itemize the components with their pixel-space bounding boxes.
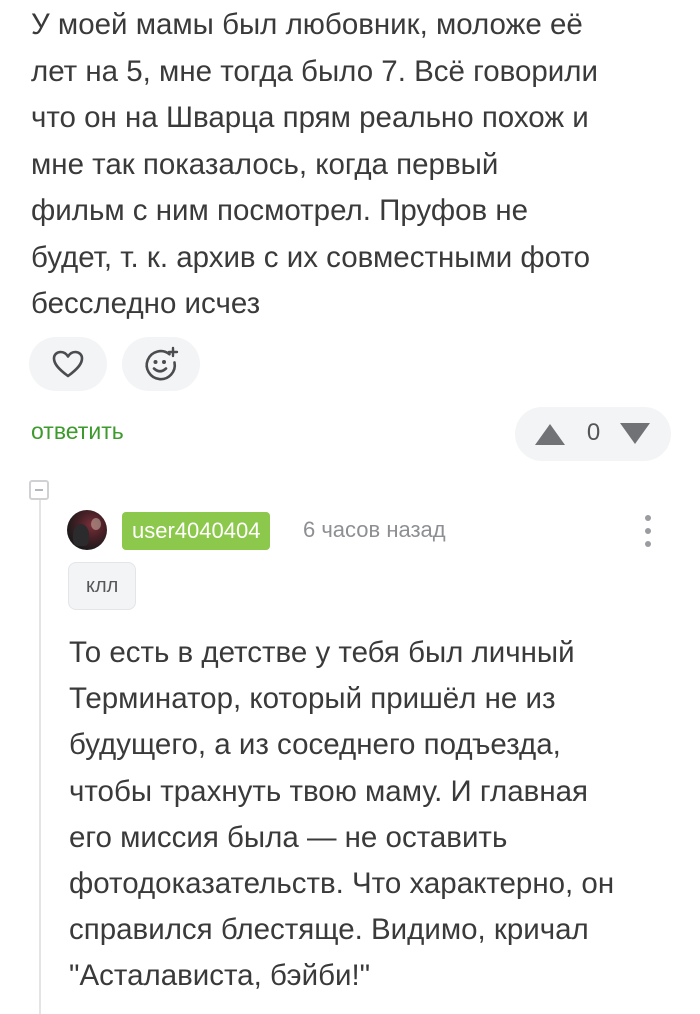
text-line: лет на 5, мне тогда было 7. Всё говорили xyxy=(31,54,598,88)
text-line: То есть в детстве у тебя был личный xyxy=(69,636,575,669)
text-line: чтобы трахнуть твою маму. И главная xyxy=(69,774,588,808)
username-badge[interactable]: user4040404 xyxy=(122,512,271,550)
downvote-arrow-icon[interactable] xyxy=(619,422,651,446)
vote-control: 0 xyxy=(515,407,671,461)
vote-count: 0 xyxy=(586,419,601,446)
parent-comment-text: У моей мамы был любовник, моложе её лет … xyxy=(31,2,671,328)
text-line: будущего, а из соседнего подъезда, xyxy=(69,728,561,762)
reply-link[interactable]: ответить xyxy=(31,418,124,445)
add-reaction-button[interactable] xyxy=(122,337,200,391)
text-line: будет, т. к. архив с их совместными фото xyxy=(31,240,591,274)
collapse-thread-button[interactable] xyxy=(29,480,49,500)
text-line: его миссия была — не оставить xyxy=(69,820,508,854)
text-line: мне так показалось, когда первый xyxy=(31,147,499,181)
more-options-icon[interactable] xyxy=(640,513,656,549)
user-tag[interactable]: клл xyxy=(68,562,137,610)
thread-line xyxy=(39,500,41,1014)
like-button[interactable] xyxy=(29,337,107,391)
upvote-arrow-icon[interactable] xyxy=(534,422,566,446)
heart-icon xyxy=(52,350,84,378)
text-line: Терминатор, который пришёл не из xyxy=(69,682,556,716)
text-line: справился блестяще. Видимо, кричал xyxy=(69,913,589,947)
avatar[interactable] xyxy=(67,510,107,550)
comment-timestamp: 6 часов назад xyxy=(303,517,446,542)
text-line: У моей мамы был любовник, моложе её xyxy=(31,8,583,41)
reply-comment-text: То есть в детстве у тебя был личный Терм… xyxy=(69,630,669,1000)
text-line: фильм с ним посмотрел. Пруфов не xyxy=(31,194,529,227)
text-line: бесследно исчез xyxy=(31,287,261,320)
text-line: фотодоказательств. Что характерно, он xyxy=(69,867,615,901)
emoji-plus-icon xyxy=(145,346,179,381)
text-line: что он на Шварца прям реально похож и xyxy=(31,101,589,134)
text-line: "Асталависта, бэйби!" xyxy=(69,959,371,993)
